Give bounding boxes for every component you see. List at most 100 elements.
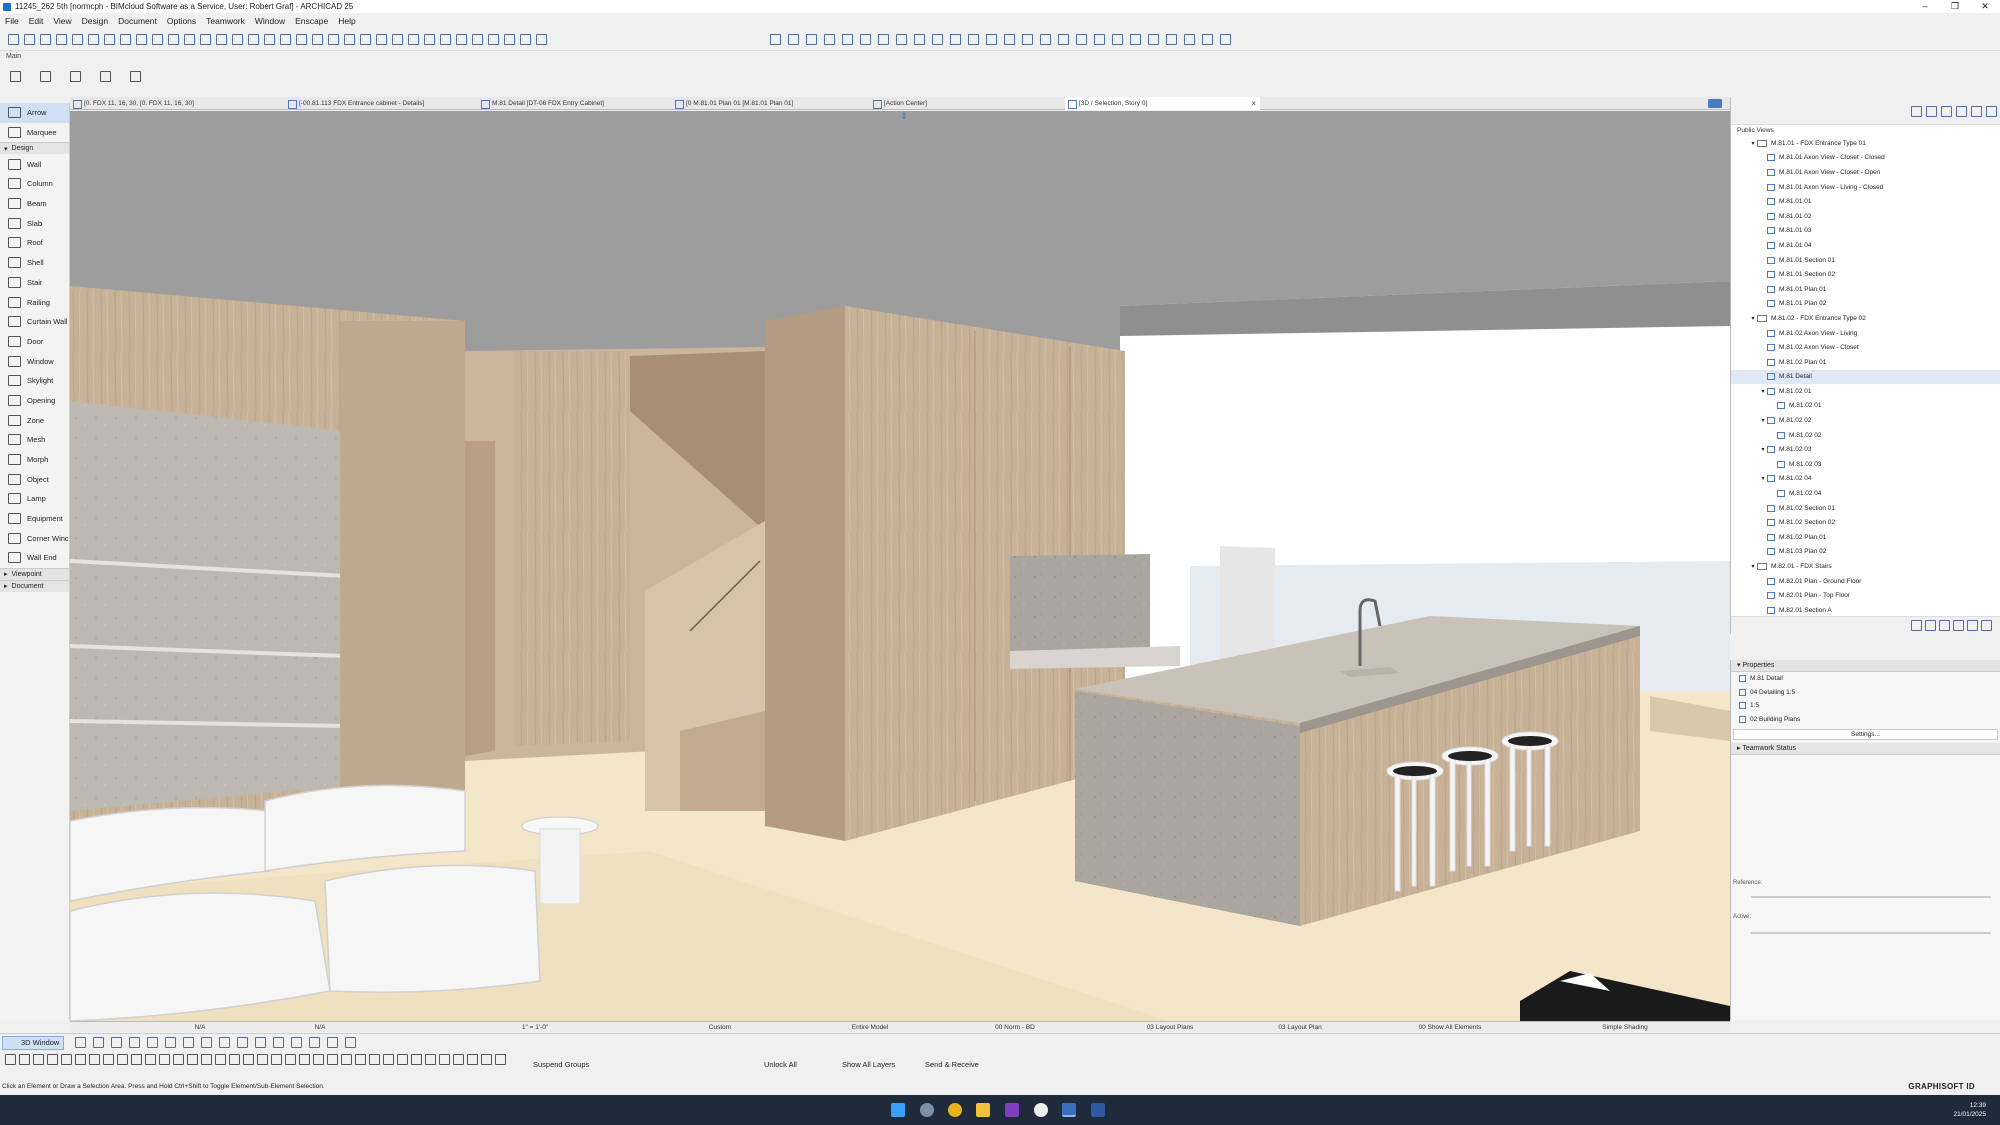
toolbar-tool-icon[interactable] — [10, 71, 21, 82]
toolbar-tool-icon[interactable] — [456, 34, 467, 45]
tree-item[interactable]: M.81.02 01 — [1731, 399, 2000, 414]
toolbar-tool-icon[interactable] — [383, 1054, 394, 1065]
toolbar-tool-icon[interactable] — [1220, 34, 1231, 45]
toolbar-tool-icon[interactable] — [345, 1037, 356, 1048]
toolbar-tool-icon[interactable] — [309, 1037, 320, 1048]
angle-field[interactable]: N/A — [290, 1022, 350, 1033]
tree-item[interactable]: M.81.01 Axon View - Closet - Open — [1731, 165, 2000, 180]
toolbar-tool-icon[interactable] — [392, 34, 403, 45]
maximize-button[interactable]: ❐ — [1940, 0, 1970, 13]
toolbar-tool-icon[interactable] — [130, 71, 141, 82]
tool-curtain-wall[interactable]: Curtain Wall — [0, 312, 69, 332]
expand-toggle-icon[interactable]: ▾ — [1759, 446, 1767, 453]
shading-dropdown[interactable]: Simple Shading — [1570, 1022, 1680, 1033]
suspend-groups-button[interactable]: Suspend Groups — [533, 1059, 589, 1071]
toolbar-tool-icon[interactable] — [914, 34, 925, 45]
tree-item[interactable]: M.81.01 02 — [1731, 209, 2000, 224]
toolbar-tool-icon[interactable] — [88, 34, 99, 45]
tree-item[interactable]: M.81 Detail — [1731, 369, 2000, 385]
toolbar-tool-icon[interactable] — [425, 1054, 436, 1065]
toolbar-tool-icon[interactable] — [341, 1054, 352, 1065]
toolbar-tool-icon[interactable] — [860, 34, 871, 45]
toolbar-tool-icon[interactable] — [488, 34, 499, 45]
toolbar-tool-icon[interactable] — [215, 1054, 226, 1065]
toolbar-tool-icon[interactable] — [264, 34, 275, 45]
toolbar-tool-icon[interactable] — [72, 34, 83, 45]
menu-design[interactable]: Design — [77, 16, 113, 26]
toolbar-tool-icon[interactable] — [950, 34, 961, 45]
tree-item[interactable]: ▾ M.81.02 03 — [1731, 442, 2000, 457]
toolbar-tool-icon[interactable] — [424, 34, 435, 45]
toolbar-tool-icon[interactable] — [255, 1037, 266, 1048]
toolbar-tool-icon[interactable] — [1148, 34, 1159, 45]
toolbar-tool-icon[interactable] — [89, 1054, 100, 1065]
3d-window-button[interactable]: 3D Window — [2, 1036, 64, 1050]
toolbar-tool-icon[interactable] — [173, 1054, 184, 1065]
toolbar-tool-icon[interactable] — [467, 1054, 478, 1065]
tool-column[interactable]: Column — [0, 174, 69, 194]
toolbar-tool-icon[interactable] — [360, 34, 371, 45]
close-tab-icon[interactable]: × — [1251, 97, 1256, 110]
tree-item[interactable]: M.81.01 01 — [1731, 194, 2000, 209]
toolbar-tool-icon[interactable] — [1202, 34, 1213, 45]
tree-folder[interactable]: ▾ M.82.01 - FDX Stairs — [1731, 559, 2000, 574]
toolbar-tool-icon[interactable] — [369, 1054, 380, 1065]
show-all-layers-button[interactable]: Show All Layers — [842, 1059, 895, 1071]
tree-item[interactable]: M.81.02 03 — [1731, 457, 2000, 472]
pen-set-dropdown[interactable]: 00 Norm - BD — [960, 1022, 1070, 1033]
chrome-icon[interactable] — [948, 1103, 962, 1117]
toolbar-tool-icon[interactable] — [312, 34, 323, 45]
toolbar-tool-icon[interactable] — [47, 1054, 58, 1065]
expand-toggle-icon[interactable]: ▾ — [1749, 315, 1757, 322]
toolbar-tool-icon[interactable] — [1130, 34, 1141, 45]
tree-item[interactable]: M.82.01 Plan - Top Floor — [1731, 588, 2000, 603]
toolbar-tool-icon[interactable] — [1953, 620, 1964, 631]
minimize-button[interactable]: – — [1910, 0, 1940, 13]
toolbar-tool-icon[interactable] — [1971, 106, 1982, 117]
toolbar-tool-icon[interactable] — [75, 1054, 86, 1065]
tree-item[interactable]: M.81.01 Plan 02 — [1731, 297, 2000, 312]
menu-teamwork[interactable]: Teamwork — [201, 16, 250, 26]
toolbar-tool-icon[interactable] — [159, 1054, 170, 1065]
toolbar-tool-icon[interactable] — [896, 34, 907, 45]
toolbar-tool-icon[interactable] — [328, 34, 339, 45]
tab-m8101-plan01[interactable]: [0 M.81.01 Plan 01 [M.81.01 Plan 01] — [672, 97, 862, 110]
tool-arrow[interactable]: Arrow — [0, 103, 69, 123]
toolbar-tool-icon[interactable] — [145, 1054, 156, 1065]
tool-roof[interactable]: Roof — [0, 233, 69, 253]
tree-item[interactable]: M.82.01 Plan - Ground Floor — [1731, 574, 2000, 589]
toolbar-tool-icon[interactable] — [824, 34, 835, 45]
expand-toggle-icon[interactable]: ▾ — [1759, 475, 1767, 482]
toolbar-tool-icon[interactable] — [201, 1054, 212, 1065]
toolbar-tool-icon[interactable] — [439, 1054, 450, 1065]
model-view-options-dropdown[interactable]: 03 Layout Plan — [1250, 1022, 1350, 1033]
toolbar-tool-icon[interactable] — [878, 34, 889, 45]
toolbar-tool-icon[interactable] — [120, 34, 131, 45]
toolbar-tool-icon[interactable] — [147, 1037, 158, 1048]
toolbar-tool-icon[interactable] — [183, 1037, 194, 1048]
tool-door[interactable]: Door — [0, 332, 69, 352]
toolbar-tool-icon[interactable] — [40, 71, 51, 82]
toolbar-tool-icon[interactable] — [70, 71, 81, 82]
tab-m81-detail[interactable]: M.81 Detail [DT-06 FDX Entry Cabinet] — [478, 97, 668, 110]
toolbar-tool-icon[interactable] — [1981, 620, 1992, 631]
tree-item[interactable]: M.81.02 Axon View - Closet — [1731, 340, 2000, 355]
tool-equipment[interactable]: Equipment — [0, 509, 69, 529]
toolbar-tool-icon[interactable] — [472, 34, 483, 45]
toolbar-tool-icon[interactable] — [1076, 34, 1087, 45]
tree-item[interactable]: ▾ M.81.02 02 — [1731, 413, 2000, 428]
tab-list-icon[interactable] — [1708, 99, 1722, 108]
expand-toggle-icon[interactable]: ▾ — [1749, 563, 1757, 570]
toolbar-tool-icon[interactable] — [1112, 34, 1123, 45]
toolbar-tool-icon[interactable] — [1925, 620, 1936, 631]
tool-railing[interactable]: Railing — [0, 292, 69, 312]
menu-document[interactable]: Document — [113, 16, 162, 26]
toolbar-tool-icon[interactable] — [100, 71, 111, 82]
toolbar-tool-icon[interactable] — [229, 1054, 240, 1065]
toolbar-tool-icon[interactable] — [201, 1037, 212, 1048]
menu-help[interactable]: Help — [333, 16, 360, 26]
toolbar-tool-icon[interactable] — [243, 1054, 254, 1065]
toolbar-tool-icon[interactable] — [104, 34, 115, 45]
tree-item[interactable]: M.81.03 Plan 02 — [1731, 545, 2000, 560]
send-receive-button[interactable]: Send & Receive — [925, 1059, 979, 1071]
